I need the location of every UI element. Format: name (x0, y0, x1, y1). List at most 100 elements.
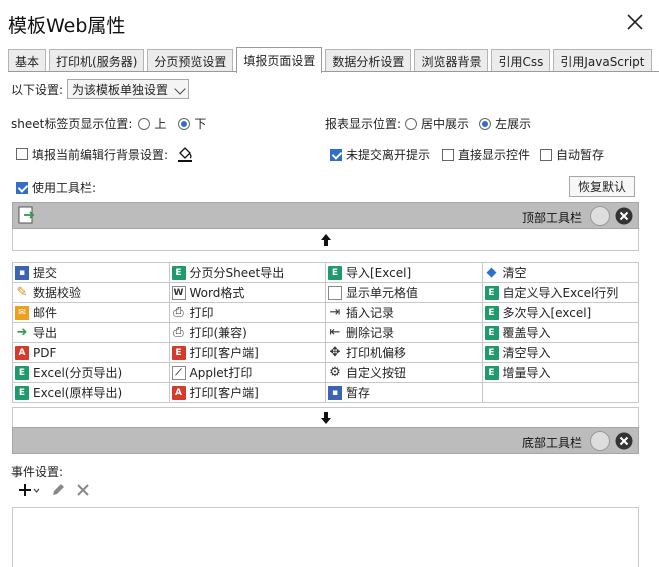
restore-default-button[interactable]: 恢复默认 (569, 176, 635, 197)
grid-cell-overwrite-import[interactable]: E 覆盖导入 (482, 323, 639, 343)
edit-icon[interactable] (50, 482, 66, 498)
fill-bg-checkbox[interactable] (16, 148, 28, 160)
cell-label: 清空导入 (502, 346, 551, 360)
events-toolbar (18, 482, 90, 498)
grid-cell-client-print-pdf[interactable]: A 打印[客户端] (169, 383, 326, 403)
grid-cell-applet-print[interactable]: ⟋ Applet打印 (169, 363, 326, 383)
bottom-toolbar[interactable]: 底部工具栏 (12, 427, 639, 454)
excel-icon: E (171, 265, 186, 280)
scope-select[interactable]: 为该模板单独设置 (67, 79, 190, 99)
excel-icon: E (484, 325, 499, 340)
use-toolbar-label: 使用工具栏: (32, 181, 97, 195)
grid-cell-excel-original-export[interactable]: E Excel(原样导出) (13, 383, 170, 403)
remove-toolbar-icon[interactable] (615, 207, 633, 225)
excel-icon: E (15, 385, 29, 400)
grid-cell-mail[interactable]: ✉ 邮件 (13, 303, 170, 323)
grid-row: ➜ 导出 ⎙ 打印(兼容) ⇤ 删除记录 E 覆盖导入 (13, 323, 639, 343)
cell-label: 导出 (33, 326, 58, 340)
cell-label: 打印(兼容) (189, 326, 247, 340)
use-toolbar-checkbox[interactable] (16, 181, 28, 194)
cell-label: 增量导入 (502, 366, 551, 380)
submit-icon[interactable] (18, 206, 36, 224)
tab-page-preview[interactable]: 分页预览设置 (147, 49, 234, 72)
sheet-bottom-radio[interactable] (178, 117, 191, 130)
gear-icon[interactable] (590, 206, 610, 226)
events-list[interactable] (12, 507, 639, 567)
tab-ref-css[interactable]: 引用Css (491, 49, 551, 72)
excel-icon: E (484, 305, 499, 320)
grid-cell-clear[interactable]: ◆ 清空 (482, 263, 639, 283)
export-icon: ➜ (16, 325, 28, 340)
chevron-down-icon (174, 83, 186, 95)
grid-cell-custom-import[interactable]: E 自定义导入Excel行列 (482, 283, 639, 303)
add-event-icon[interactable] (18, 482, 40, 498)
grid-row: ▪ 提交 E 分页分Sheet导出 E 导入[Excel] ◆ 清空 (13, 263, 639, 283)
grid-cell-word[interactable]: W Word格式 (169, 283, 326, 303)
grid-cell-insert-record[interactable]: ⇥ 插入记录 (326, 303, 483, 323)
fill-bg-label: 填报当前编辑行背景设置: (32, 147, 169, 162)
cell-label: Applet打印 (189, 366, 253, 380)
save-icon: ▪ (15, 265, 29, 280)
cell-label: 邮件 (33, 306, 58, 320)
grid-cell-pdf[interactable]: A PDF (13, 343, 170, 363)
arrow-up-icon[interactable] (320, 233, 332, 247)
grid-cell-multi-import[interactable]: E 多次导入[excel] (482, 303, 639, 323)
excel-icon: E (15, 365, 29, 380)
remove-toolbar-icon[interactable] (615, 432, 633, 450)
grid-cell-client-print[interactable]: E 打印[客户端] (169, 343, 326, 363)
grid-row: A PDF E 打印[客户端] ✥ 打印机偏移 E 清空导入 (13, 343, 639, 363)
report-center-radio[interactable] (405, 117, 418, 130)
tab-printer-server[interactable]: 打印机(服务器) (49, 49, 145, 72)
close-icon[interactable] (625, 12, 645, 32)
tab-browser-background[interactable]: 浏览器背景 (414, 49, 489, 72)
grid-cell-temp-save[interactable]: ▪ 暂存 (326, 383, 483, 403)
tab-ref-javascript[interactable]: 引用JavaScript (553, 49, 652, 72)
grid-cell-sheet-export[interactable]: E 分页分Sheet导出 (169, 263, 326, 283)
grid-cell-export[interactable]: ➜ 导出 (13, 323, 170, 343)
paint-bucket-icon[interactable] (176, 145, 194, 163)
autosave-checkbox[interactable] (540, 148, 553, 161)
tab-fill-page-settings[interactable]: 填报页面设置 (236, 47, 323, 73)
show-control-checkbox[interactable] (442, 148, 455, 161)
grid-row: ✎ 数据校验 W Word格式 显示单元格值 E 自定义导入Excel行列 (13, 283, 639, 303)
move-up-row[interactable] (12, 229, 639, 251)
cell-label: 打印机偏移 (346, 346, 407, 360)
cell-label: 多次导入[excel] (502, 306, 592, 320)
report-left-radio[interactable] (479, 117, 492, 130)
grid-cell-print-compat[interactable]: ⎙ 打印(兼容) (169, 323, 326, 343)
grid-cell-submit[interactable]: ▪ 提交 (13, 263, 170, 283)
top-toolbar[interactable]: 顶部工具栏 (12, 202, 639, 229)
grid-cell-excel-page-export[interactable]: E Excel(分页导出) (13, 363, 170, 383)
cell-label: Excel(分页导出) (33, 366, 123, 380)
bottom-toolbar-label: 底部工具栏 (521, 436, 582, 450)
sheet-top-radio[interactable] (138, 117, 151, 130)
gear-icon: ⚙ (329, 365, 341, 380)
grid-cell-delete-record[interactable]: ⇤ 删除记录 (326, 323, 483, 343)
tab-data-analysis[interactable]: 数据分析设置 (325, 49, 412, 72)
grid-cell-printer-offset[interactable]: ✥ 打印机偏移 (326, 343, 483, 363)
events-label: 事件设置: (11, 465, 64, 479)
grid-cell-show-cell-value[interactable]: 显示单元格值 (326, 283, 483, 303)
insert-row-icon: ⇥ (329, 305, 341, 320)
cell-label: 插入记录 (346, 306, 395, 320)
arrow-down-icon[interactable] (320, 411, 332, 425)
grid-cell-custom-button[interactable]: ⚙ 自定义按钮 (326, 363, 483, 383)
grid-cell-clear-import[interactable]: E 清空导入 (482, 343, 639, 363)
move-down-row[interactable] (12, 407, 639, 429)
top-toolbar-label: 顶部工具栏 (521, 211, 582, 225)
tab-basic[interactable]: 基本 (8, 49, 47, 72)
grid-cell-incremental-import[interactable]: E 增量导入 (482, 363, 639, 383)
report-center-label: 居中展示 (421, 117, 470, 131)
unsubmitted-checkbox[interactable] (330, 148, 342, 161)
delete-icon[interactable] (76, 483, 90, 497)
grid-cell-empty (482, 383, 639, 403)
word-icon: W (171, 285, 186, 300)
fill-bg-row: 填报当前编辑行背景设置: (16, 145, 194, 163)
grid-cell-import-excel[interactable]: E 导入[Excel] (326, 263, 483, 283)
scope-label: 以下设置: (11, 82, 64, 97)
grid-cell-print[interactable]: ⎙ 打印 (169, 303, 326, 323)
cell-label: 自定义导入Excel行列 (502, 286, 619, 300)
gear-icon[interactable] (590, 431, 610, 451)
grid-cell-validate[interactable]: ✎ 数据校验 (13, 283, 170, 303)
grid-row: E Excel(原样导出) A 打印[客户端] ▪ 暂存 (13, 383, 639, 403)
